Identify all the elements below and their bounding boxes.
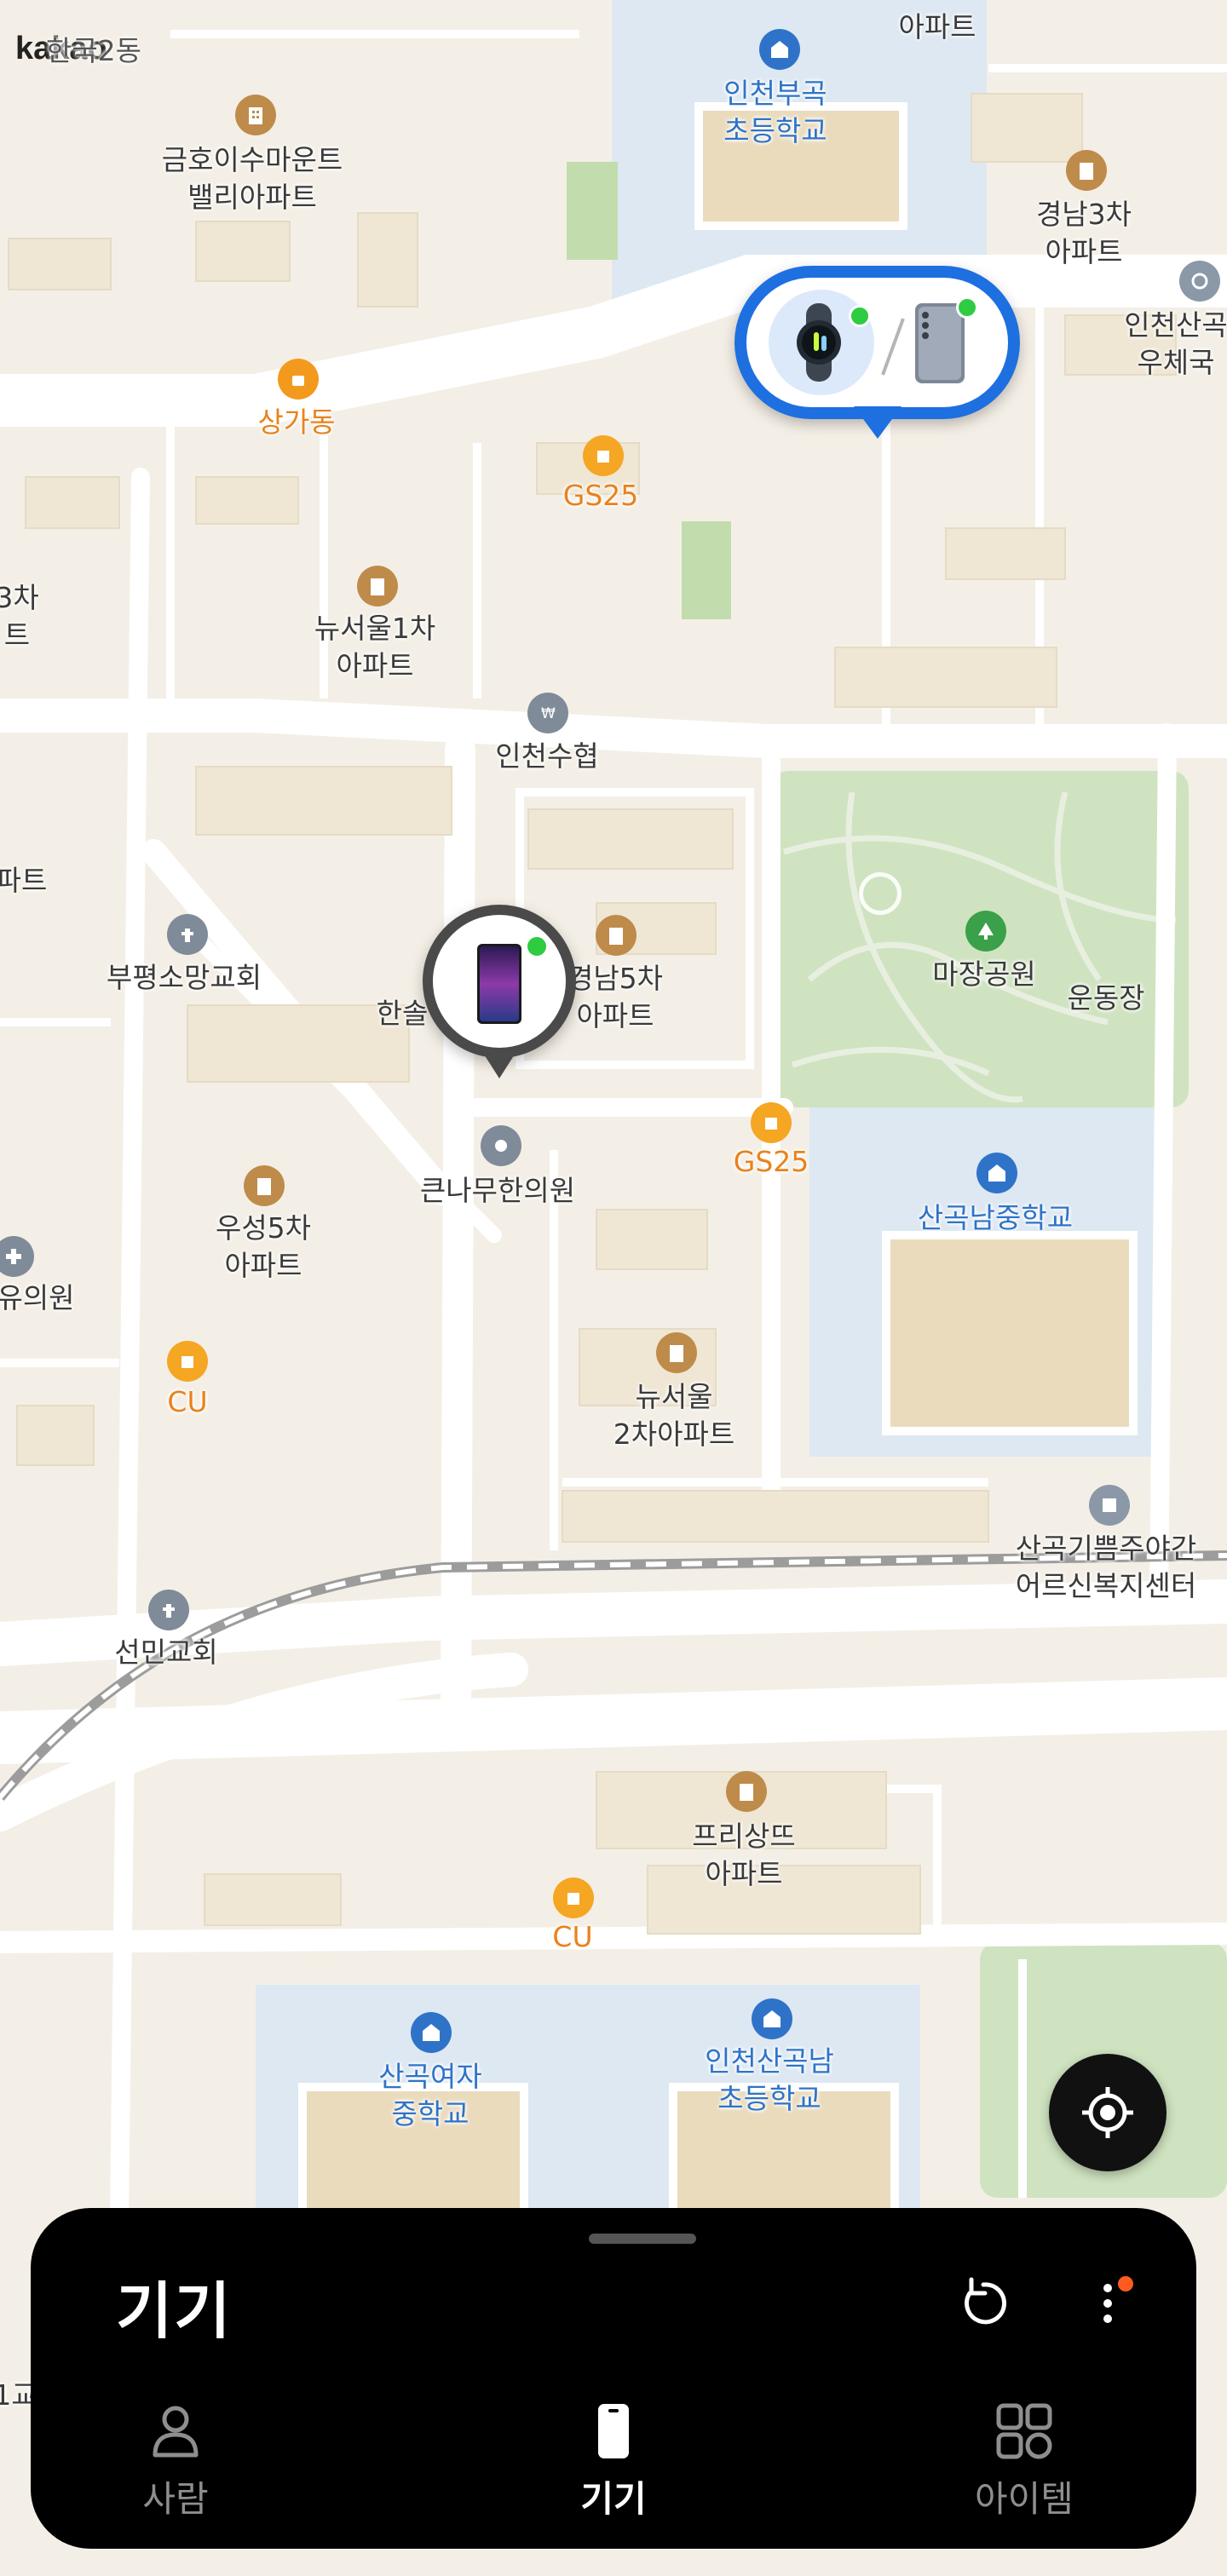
notification-dot bbox=[1118, 2276, 1133, 2291]
my-location-button[interactable] bbox=[1049, 2054, 1167, 2171]
tab-items-label: 아이템 bbox=[975, 2478, 1074, 2520]
map-label-yuuiwon: 유의원 bbox=[0, 1281, 75, 1314]
online-status-dot bbox=[525, 934, 549, 958]
map-label-top-apartment: 아파트 bbox=[898, 10, 976, 43]
school-icon bbox=[759, 29, 800, 70]
map-label-keunnamu-clinic: 큰나무한의원 bbox=[419, 1174, 576, 1207]
svg-text:₩: ₩ bbox=[541, 705, 556, 722]
church-icon bbox=[167, 914, 208, 955]
map-label-sangok-middle-school: 산곡남중학교 bbox=[917, 1201, 1074, 1234]
convenience-store-icon bbox=[751, 1102, 792, 1143]
map-label-sangoknam-elementary: 인천산곡남 초등학교 bbox=[705, 2044, 834, 2115]
school-icon bbox=[411, 2012, 452, 2053]
tab-devices-label: 기기 bbox=[580, 2478, 647, 2520]
map-label-left-apartment: 3차 트 bbox=[0, 581, 39, 652]
apartment-icon bbox=[235, 95, 276, 135]
map-label-woosung5: 우성5차 아파트 bbox=[215, 1211, 312, 1282]
map-label-post-office: 인천산곡 우체국 bbox=[1124, 308, 1227, 379]
phone-icon bbox=[598, 2404, 629, 2458]
map-label-girls-middle-school: 산곡여자 중학교 bbox=[378, 2060, 482, 2130]
apartment-icon bbox=[656, 1332, 697, 1373]
current-location-marker bbox=[859, 872, 902, 915]
map-label-stadium: 운동장 bbox=[1067, 981, 1145, 1015]
smartwatch-icon bbox=[769, 290, 874, 395]
welfare-center-icon bbox=[1089, 1485, 1130, 1526]
map-label-welfare-center: 산곡기쁨주야간 어르신복지센터 bbox=[1015, 1532, 1197, 1602]
convenience-store-icon bbox=[553, 1877, 594, 1918]
school-icon bbox=[976, 1153, 1017, 1193]
map-label-sangadong: 상가동 bbox=[257, 405, 336, 439]
smartphone-icon bbox=[902, 296, 978, 387]
person-icon bbox=[153, 2406, 199, 2458]
park-icon bbox=[965, 911, 1006, 952]
online-status-dot bbox=[849, 305, 871, 327]
school-icon bbox=[752, 1998, 792, 2039]
clinic-icon bbox=[481, 1125, 521, 1166]
map-label-seonmin-church: 선민교회 bbox=[114, 1636, 218, 1669]
apartment-icon bbox=[726, 1771, 767, 1812]
map-label-cu-south: CU bbox=[552, 1920, 593, 1953]
map-label-hansol: 한솔 bbox=[376, 997, 429, 1030]
apartment-icon bbox=[244, 1165, 285, 1206]
map-label-majang-park: 마장공원 bbox=[932, 957, 1036, 991]
grid-icon bbox=[996, 2403, 1052, 2459]
sheet-title: 기기 bbox=[116, 2275, 233, 2347]
refresh-button[interactable] bbox=[949, 2269, 1017, 2337]
post-office-icon bbox=[1179, 261, 1220, 302]
bank-icon: ₩ bbox=[527, 693, 568, 733]
map-label-incheon-suhyup: 인천수협 bbox=[495, 739, 599, 773]
phone-location-marker[interactable] bbox=[423, 905, 576, 1092]
church-icon bbox=[148, 1590, 189, 1630]
map-label-geumho: 금호이수마운트 밸리아파트 bbox=[161, 143, 343, 214]
apartment-icon bbox=[357, 566, 398, 607]
more-options-button[interactable] bbox=[1074, 2269, 1142, 2337]
apartment-icon bbox=[1066, 150, 1107, 191]
map-canvas[interactable] bbox=[0, 0, 1227, 2576]
map-label-bugok-school: 인천부곡 초등학교 bbox=[723, 77, 827, 147]
map-label-newseoul2: 뉴서울 2차아파트 bbox=[613, 1380, 735, 1451]
drag-handle[interactable] bbox=[589, 2234, 696, 2244]
smartphone-icon bbox=[472, 942, 527, 1026]
tab-items[interactable]: 아이템 bbox=[930, 2397, 1118, 2522]
online-status-dot bbox=[956, 296, 978, 319]
apartment-icon bbox=[596, 915, 637, 956]
device-cluster-marker[interactable] bbox=[734, 266, 1020, 439]
refresh-icon bbox=[965, 2277, 1006, 2325]
bottom-sheet: 기기 사람 기기 아이템 bbox=[31, 2208, 1196, 2549]
convenience-store-icon bbox=[583, 435, 624, 476]
map-label-gyeongnam5: 경남5차 아파트 bbox=[567, 962, 664, 1032]
tab-devices[interactable]: 기기 bbox=[520, 2397, 707, 2522]
convenience-store-icon bbox=[167, 1341, 208, 1382]
map-label-gs25-north: GS25 bbox=[562, 479, 639, 512]
tab-people[interactable]: 사람 bbox=[82, 2397, 269, 2522]
map-label-newseoul1: 뉴서울1차 아파트 bbox=[314, 612, 436, 682]
shopping-icon bbox=[278, 359, 319, 400]
map-label-freesangtteu: 프리상뜨 아파트 bbox=[692, 1820, 796, 1890]
map-label-gs25-south: GS25 bbox=[733, 1145, 809, 1178]
map-label-cu-west: CU bbox=[167, 1385, 208, 1418]
crosshair-icon bbox=[1082, 2087, 1133, 2138]
map-label-district: 한국2동 bbox=[45, 34, 142, 67]
map-label-gyeongnam3: 경남3차 아파트 bbox=[1035, 198, 1132, 268]
map-label-left-apartment-2: 파트 bbox=[0, 864, 48, 897]
tab-people-label: 사람 bbox=[142, 2478, 209, 2520]
map-label-bupyeong-church: 부평소망교회 bbox=[106, 961, 262, 994]
